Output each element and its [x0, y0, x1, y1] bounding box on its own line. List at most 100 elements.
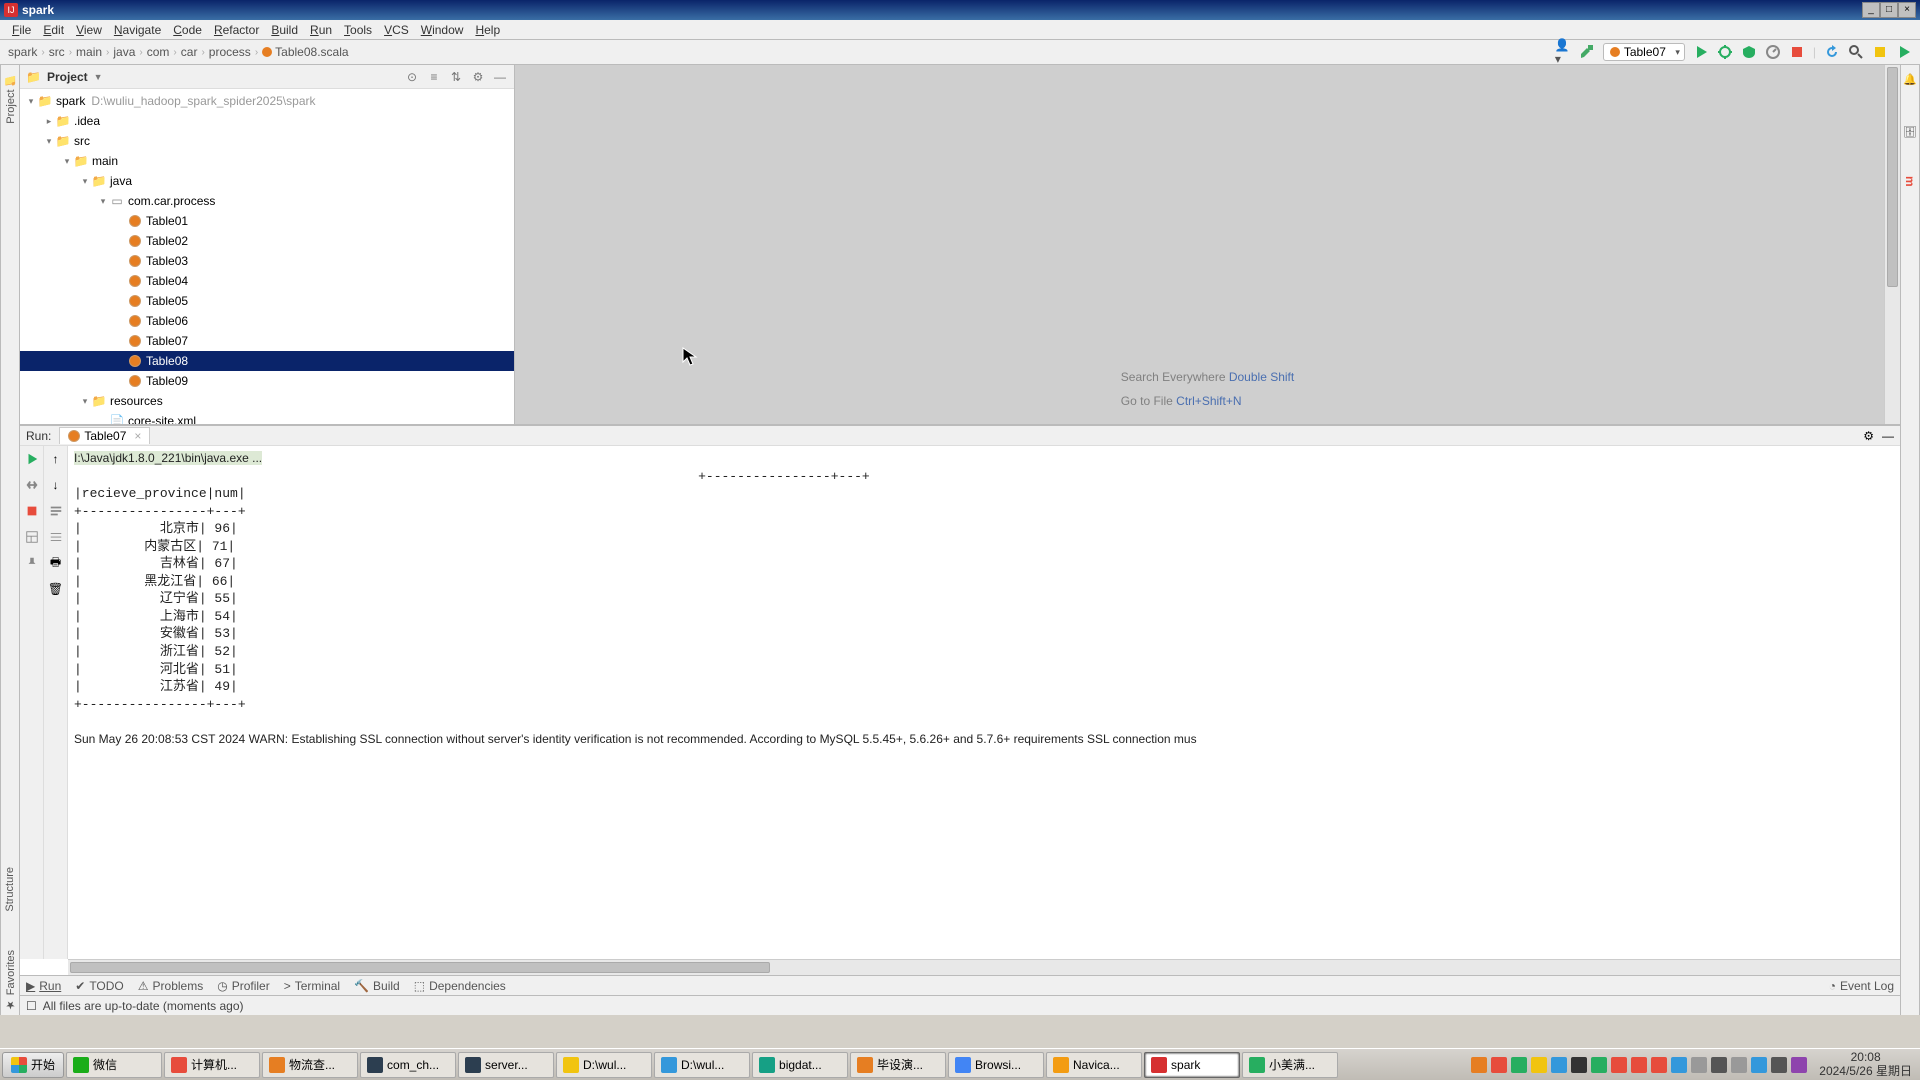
maven-tool-tab[interactable]: m: [1903, 172, 1917, 191]
tree-twisty-icon[interactable]: ▾: [24, 96, 38, 107]
menu-window[interactable]: Window: [415, 23, 470, 37]
hide-panel-icon[interactable]: —: [492, 69, 508, 85]
run-button[interactable]: [1693, 44, 1709, 60]
tree-item-java[interactable]: ▾📁java: [20, 171, 514, 191]
build-hammer-icon[interactable]: [1579, 44, 1595, 60]
select-opened-file-icon[interactable]: ⊙: [404, 69, 420, 85]
tree-item-table04[interactable]: Table04: [20, 271, 514, 291]
tree-item-table01[interactable]: Table01: [20, 211, 514, 231]
scroll-down-icon[interactable]: ↓: [47, 476, 65, 494]
tray-icon[interactable]: [1731, 1057, 1747, 1073]
tray-icon[interactable]: [1751, 1057, 1767, 1073]
editor-scrollbar[interactable]: [1884, 65, 1900, 424]
taskbar-item[interactable]: server...: [458, 1052, 554, 1078]
menu-help[interactable]: Help: [469, 23, 506, 37]
tray-icon[interactable]: [1511, 1057, 1527, 1073]
breadcrumb-item[interactable]: car: [181, 45, 198, 59]
run-hide-icon[interactable]: —: [1882, 429, 1894, 443]
menu-view[interactable]: View: [70, 23, 108, 37]
bottom-tab-build[interactable]: 🔨 Build: [354, 979, 400, 993]
menu-edit[interactable]: Edit: [37, 23, 70, 37]
bottom-tab-dependencies[interactable]: ⬚ Dependencies: [414, 979, 506, 993]
bottom-tab-todo[interactable]: ✔ TODO: [75, 979, 124, 993]
ide-notifications-icon[interactable]: [1872, 44, 1888, 60]
project-tool-tab[interactable]: Project 📁: [4, 69, 17, 128]
tray-icon[interactable]: [1791, 1057, 1807, 1073]
tree-item-table07[interactable]: Table07: [20, 331, 514, 351]
bottom-tab-event-log[interactable]: ◔ Event Log: [1829, 979, 1894, 993]
menu-run[interactable]: Run: [304, 23, 338, 37]
profile-button[interactable]: [1765, 44, 1781, 60]
system-tray[interactable]: [1467, 1057, 1811, 1073]
scroll-to-end-icon[interactable]: [47, 528, 65, 546]
rerun-icon[interactable]: [23, 450, 41, 468]
taskbar-item[interactable]: 微信: [66, 1052, 162, 1078]
breadcrumb-item[interactable]: main: [76, 45, 102, 59]
tray-icon[interactable]: [1771, 1057, 1787, 1073]
tree-item-table09[interactable]: Table09: [20, 371, 514, 391]
tray-icon[interactable]: [1551, 1057, 1567, 1073]
bottom-tab-terminal[interactable]: > Terminal: [284, 979, 340, 993]
tree-twisty-icon[interactable]: ▾: [78, 176, 92, 187]
update-button[interactable]: [1824, 44, 1840, 60]
breadcrumb-file[interactable]: Table08.scala: [262, 45, 348, 59]
tree-item--idea[interactable]: ▸📁.idea: [20, 111, 514, 131]
project-tree[interactable]: ▾📁sparkD:\wuliu_hadoop_spark_spider2025\…: [20, 89, 514, 424]
menu-tools[interactable]: Tools: [338, 23, 378, 37]
breadcrumb-item[interactable]: java: [113, 45, 135, 59]
tree-item-table03[interactable]: Table03: [20, 251, 514, 271]
maximize-button[interactable]: □: [1880, 2, 1898, 18]
menu-vcs[interactable]: VCS: [378, 23, 415, 37]
collapse-all-icon[interactable]: ⇅: [448, 69, 464, 85]
coverage-button[interactable]: [1741, 44, 1757, 60]
taskbar-item[interactable]: D:\wul...: [556, 1052, 652, 1078]
debug-button[interactable]: [1717, 44, 1733, 60]
expand-all-icon[interactable]: ≡: [426, 69, 442, 85]
tree-item-table02[interactable]: Table02: [20, 231, 514, 251]
tray-icon[interactable]: [1631, 1057, 1647, 1073]
layout-icon[interactable]: [23, 528, 41, 546]
tray-icon[interactable]: [1591, 1057, 1607, 1073]
tree-twisty-icon[interactable]: ▸: [42, 116, 56, 127]
tree-item-table05[interactable]: Table05: [20, 291, 514, 311]
taskbar-item[interactable]: Navica...: [1046, 1052, 1142, 1078]
notifications-tool-tab[interactable]: 🔔: [1904, 69, 1917, 90]
tray-icon[interactable]: [1491, 1057, 1507, 1073]
structure-tool-tab[interactable]: Structure: [4, 863, 16, 916]
taskbar-item[interactable]: D:\wul...: [654, 1052, 750, 1078]
attach-debugger-icon[interactable]: [23, 476, 41, 494]
breadcrumb-item[interactable]: spark: [8, 45, 37, 59]
taskbar-item[interactable]: 物流查...: [262, 1052, 358, 1078]
clear-icon[interactable]: 🗑: [47, 580, 65, 598]
minimize-button[interactable]: _: [1862, 2, 1880, 18]
bottom-tab-run[interactable]: ▶ Run: [26, 979, 61, 993]
taskbar-clock[interactable]: 20:08 2024/5/26 星期日: [1813, 1051, 1918, 1077]
tree-twisty-icon[interactable]: ▾: [42, 136, 56, 147]
menu-file[interactable]: File: [6, 23, 37, 37]
soft-wrap-icon[interactable]: [47, 502, 65, 520]
bottom-tab-problems[interactable]: ⚠ Problems: [138, 979, 203, 993]
search-icon[interactable]: [1848, 44, 1864, 60]
print-icon[interactable]: 🖶: [47, 554, 65, 572]
database-tool-tab[interactable]: 🗄: [1904, 120, 1917, 142]
tree-item-com-car-process[interactable]: ▾▭com.car.process: [20, 191, 514, 211]
breadcrumb-item[interactable]: src: [49, 45, 65, 59]
tree-item-table08[interactable]: Table08: [20, 351, 514, 371]
taskbar-item[interactable]: com_ch...: [360, 1052, 456, 1078]
tree-item-main[interactable]: ▾📁main: [20, 151, 514, 171]
tray-icon[interactable]: [1611, 1057, 1627, 1073]
tray-icon[interactable]: [1531, 1057, 1547, 1073]
run-tab[interactable]: Table07 ×: [59, 427, 150, 444]
favorites-tool-tab[interactable]: ★ Favorites: [4, 946, 17, 1015]
menu-build[interactable]: Build: [265, 23, 304, 37]
tree-item-core-site-xml[interactable]: 📄core-site.xml: [20, 411, 514, 424]
close-tab-icon[interactable]: ×: [134, 429, 141, 443]
tray-icon[interactable]: [1691, 1057, 1707, 1073]
start-button[interactable]: 开始: [2, 1052, 64, 1078]
taskbar-item[interactable]: 毕设演...: [850, 1052, 946, 1078]
run-config-select[interactable]: Table07: [1603, 43, 1685, 61]
add-config-icon[interactable]: 👤▾: [1555, 44, 1571, 60]
run-console[interactable]: I:\Java\jdk1.8.0_221\bin\java.exe ... +-…: [68, 446, 1900, 959]
close-button[interactable]: ×: [1898, 2, 1916, 18]
tray-icon[interactable]: [1651, 1057, 1667, 1073]
